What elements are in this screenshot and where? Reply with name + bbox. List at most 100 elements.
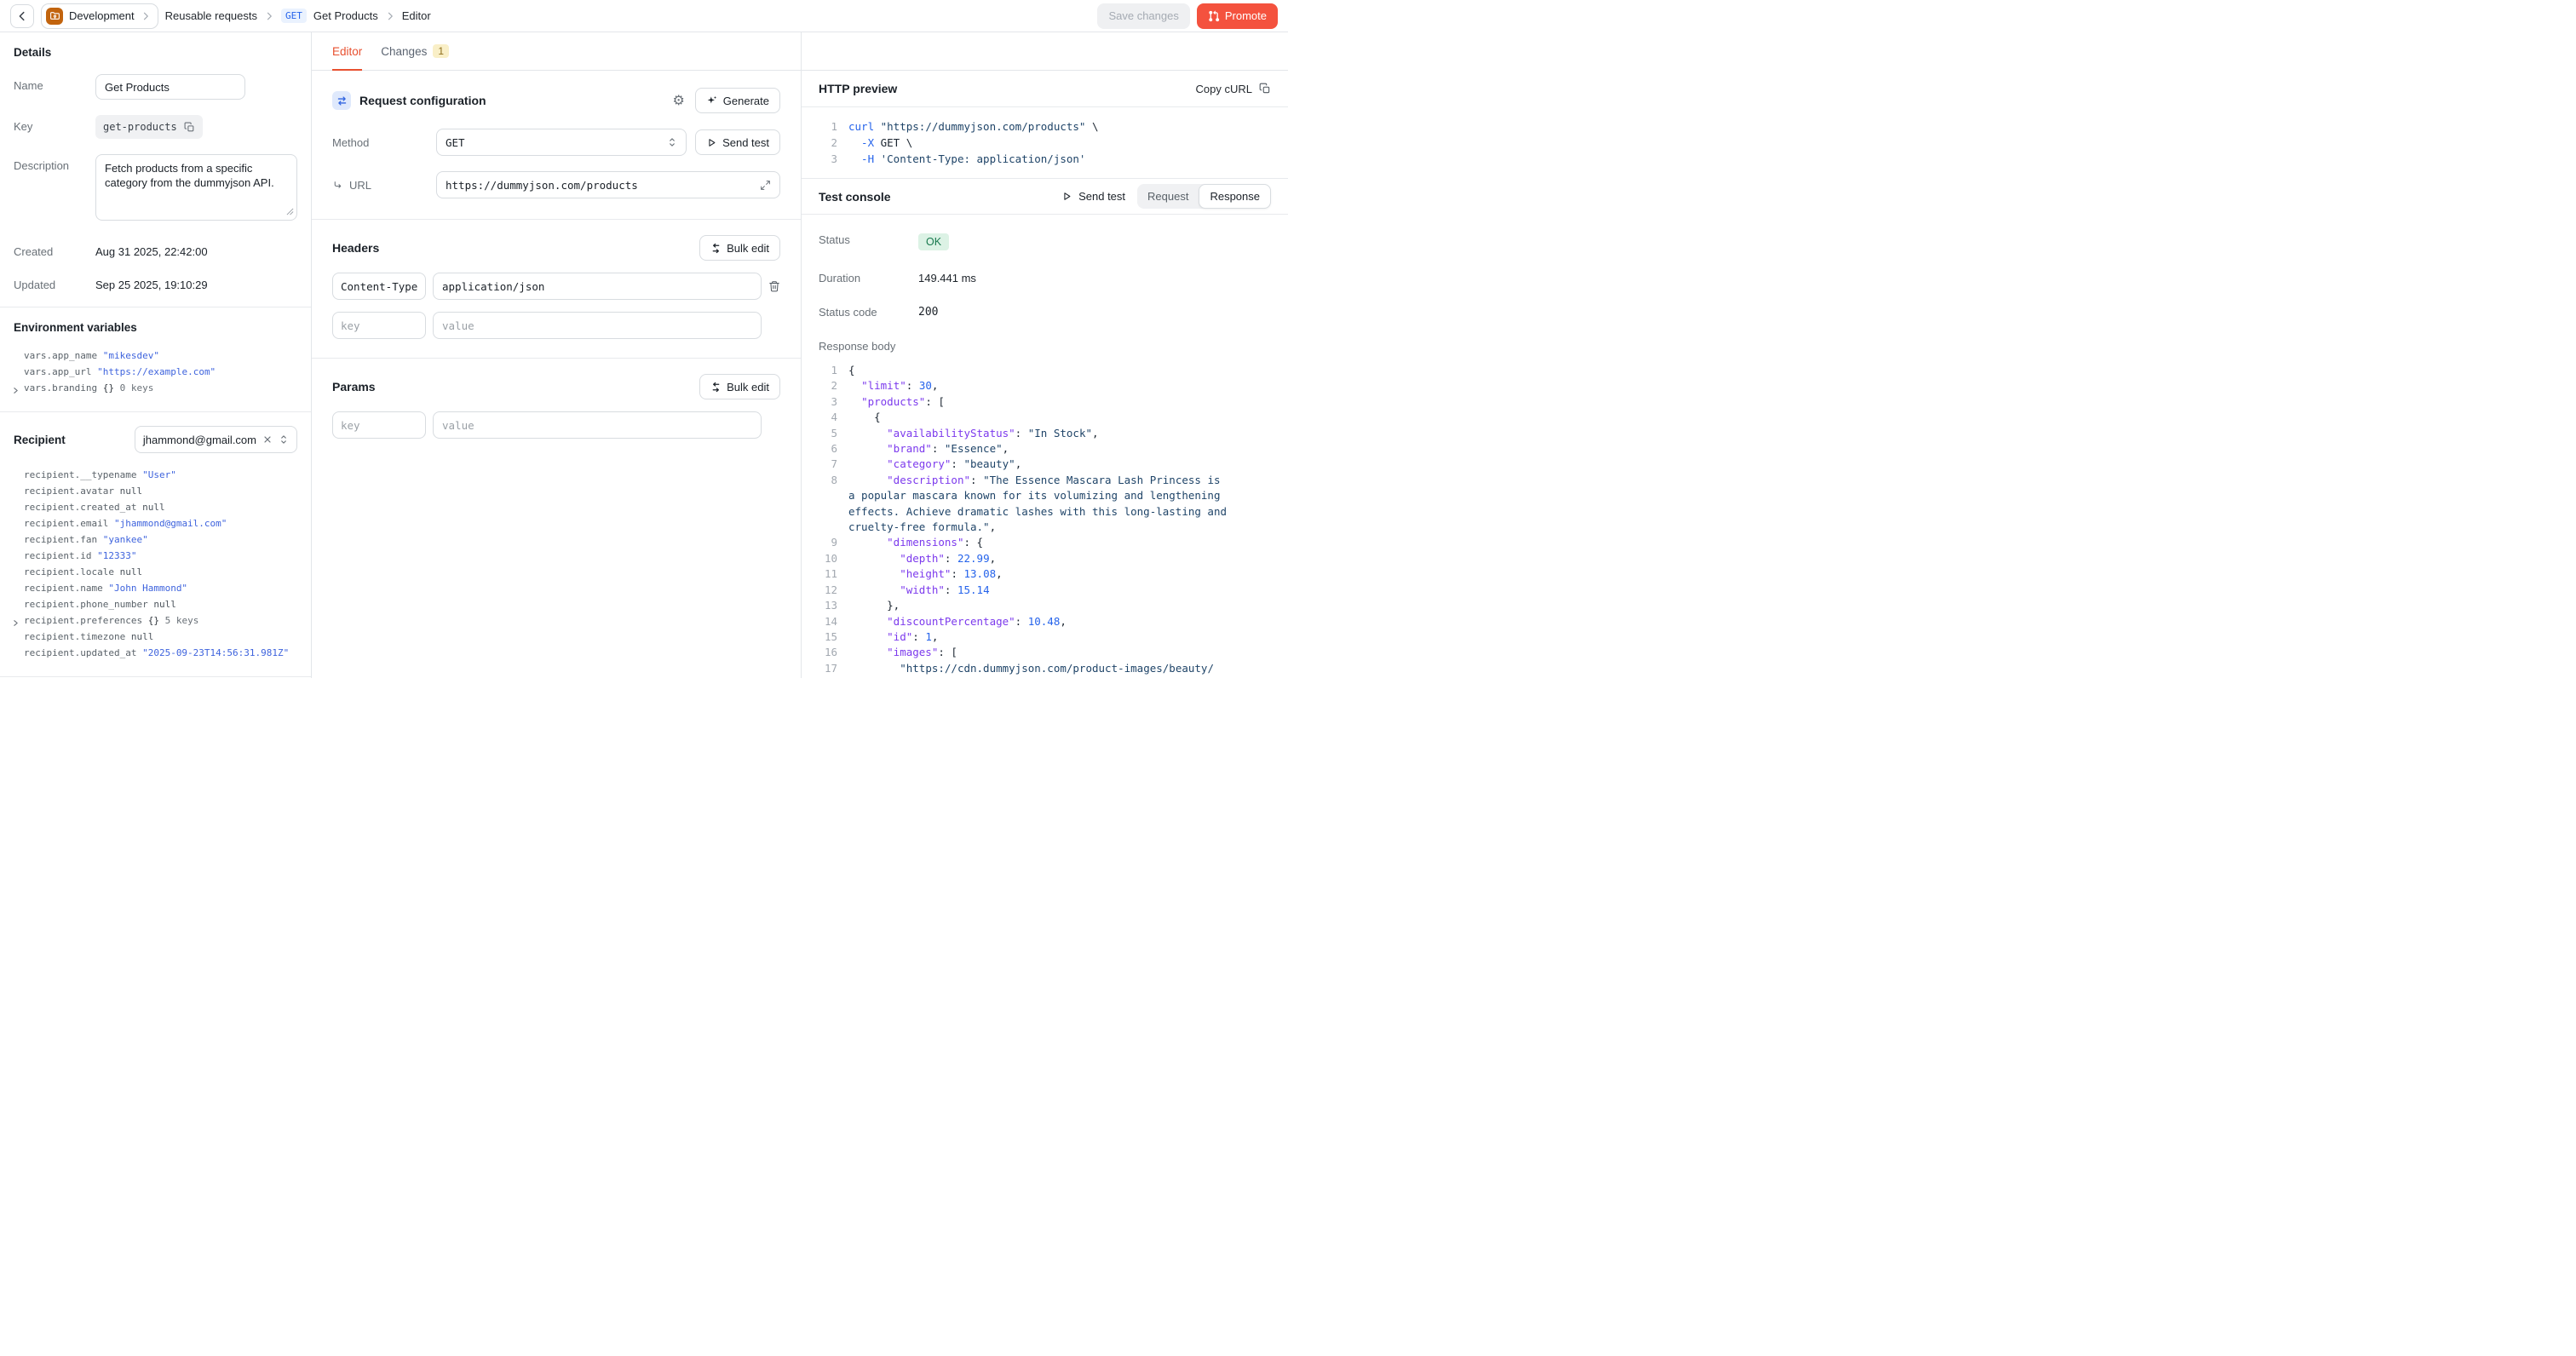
play-icon: [1061, 191, 1072, 202]
code-line: a popular mascara known for its volumizi…: [819, 488, 1271, 503]
code-line: 11 "height": 13.08,: [819, 566, 1271, 582]
code-line: 8 "description": "The Essence Mascara La…: [819, 473, 1271, 488]
recipient-section: Recipient jhammond@gmail.com recipient._…: [0, 412, 311, 676]
test-console-title: Test console: [819, 190, 891, 204]
method-select[interactable]: GET: [436, 129, 687, 156]
bulk-edit-icon: [710, 243, 722, 254]
console-send-test-button[interactable]: Send test: [1061, 190, 1125, 203]
code-line: 12 "width": 15.14: [819, 583, 1271, 598]
copy-icon[interactable]: [184, 122, 195, 133]
chevron-right-icon: [264, 11, 274, 21]
method-label: Method: [332, 136, 428, 149]
environment-breadcrumb-chip[interactable]: Development: [41, 3, 158, 29]
property-row: recipient.name "John Hammond": [14, 580, 297, 596]
code-line: 17 "https://cdn.dummyjson.com/product-im…: [819, 661, 1271, 676]
actor-section: Actor Select user: [0, 677, 311, 678]
code-line: 2 -X GET \: [819, 135, 1271, 151]
code-line: 3 "products": [: [819, 394, 1271, 410]
param-key-input[interactable]: [332, 411, 426, 439]
breadcrumb-request[interactable]: Get Products: [313, 9, 378, 22]
recipient-select[interactable]: jhammond@gmail.com: [135, 426, 297, 453]
description-label: Description: [14, 154, 95, 225]
details-title: Details: [14, 46, 297, 59]
chevron-right-icon: [385, 11, 395, 21]
key-label: Key: [14, 115, 95, 139]
top-bar: Development Reusable requests GET Get Pr…: [0, 0, 1288, 32]
expand-icon[interactable]: [760, 180, 771, 191]
property-row: recipient.locale null: [14, 564, 297, 580]
send-test-button[interactable]: Send test: [695, 129, 780, 155]
save-changes-button[interactable]: Save changes: [1097, 3, 1189, 29]
response-body-label: Response body: [819, 340, 918, 353]
recipient-title: Recipient: [14, 434, 66, 446]
request-tab[interactable]: Request: [1137, 184, 1199, 209]
tab-editor[interactable]: Editor: [332, 32, 362, 70]
changes-count-badge: 1: [433, 44, 449, 58]
generate-button[interactable]: Generate: [695, 88, 780, 113]
code-line: 3 -H 'Content-Type: application/json': [819, 151, 1271, 167]
property-row: vars.app_name "mikesdev": [14, 348, 297, 364]
param-row-empty: [332, 411, 780, 439]
property-row: recipient.__typename "User": [14, 467, 297, 483]
params-bulk-edit-button[interactable]: Bulk edit: [699, 374, 780, 399]
clear-icon[interactable]: [262, 434, 273, 445]
created-value: Aug 31 2025, 22:42:00: [95, 240, 208, 258]
swap-arrows-icon: [332, 91, 351, 110]
promote-button[interactable]: Promote: [1197, 3, 1278, 29]
header-value-input[interactable]: [433, 312, 762, 339]
environment-variables-list: vars.app_name "mikesdev"vars.app_url "ht…: [14, 348, 297, 396]
recipient-properties-list: recipient.__typename "User"recipient.ava…: [14, 467, 297, 661]
expand-chevron-icon[interactable]: [12, 383, 20, 399]
editor-tabbar: Editor Changes 1: [312, 32, 801, 71]
duration-value: 149.441 ms: [918, 272, 976, 284]
status-label: Status: [819, 233, 918, 246]
code-line: essence-mascara-lash-princess/1.webp": [819, 676, 1271, 678]
updated-value: Sep 25 2025, 19:10:29: [95, 273, 208, 291]
test-console-header: Test console Send test Request Response: [802, 178, 1288, 215]
environment-variables-section: Environment variables vars.app_name "mik…: [0, 307, 311, 411]
description-textarea[interactable]: Fetch products from a specific category …: [95, 154, 297, 221]
delete-header-icon[interactable]: [768, 280, 780, 292]
curl-preview-code: 1curl "https://dummyjson.com/products" \…: [802, 107, 1288, 178]
code-line: 1{: [819, 363, 1271, 378]
updated-label: Updated: [14, 273, 95, 291]
back-button[interactable]: [10, 4, 34, 28]
bulk-edit-icon: [710, 382, 722, 393]
breadcrumb-project: Development: [69, 9, 135, 22]
settings-gear-icon[interactable]: ⚙: [672, 94, 684, 107]
property-row: recipient.preferences {} 5 keys: [14, 612, 297, 629]
resize-grip-icon[interactable]: [286, 204, 294, 220]
property-row: vars.app_url "https://example.com": [14, 364, 297, 380]
unfold-icon: [279, 434, 289, 445]
corner-down-right-icon: [332, 180, 343, 191]
headers-bulk-edit-button[interactable]: Bulk edit: [699, 235, 780, 261]
property-row: recipient.created_at null: [14, 499, 297, 515]
url-input[interactable]: https://dummyjson.com/products: [436, 171, 780, 198]
param-value-input[interactable]: [433, 411, 762, 439]
code-line: 4 {: [819, 410, 1271, 425]
copy-icon: [1259, 83, 1271, 95]
duration-label: Duration: [819, 272, 918, 284]
property-row: recipient.timezone null: [14, 629, 297, 645]
test-console-body: Status OK Duration 149.441 ms Status cod…: [802, 215, 1288, 678]
code-line: 16 "images": [: [819, 645, 1271, 660]
request-configuration-title: Request configuration: [359, 94, 664, 107]
code-line: 6 "brand": "Essence",: [819, 441, 1271, 457]
name-input[interactable]: [95, 74, 245, 100]
copy-curl-button[interactable]: Copy cURL: [1196, 83, 1271, 95]
header-key-input[interactable]: [332, 312, 426, 339]
chevron-left-icon: [16, 10, 28, 22]
response-tab[interactable]: Response: [1199, 184, 1271, 209]
params-title: Params: [332, 380, 376, 394]
name-label: Name: [14, 74, 95, 100]
git-pull-request-icon: [1208, 10, 1220, 22]
tab-changes[interactable]: Changes 1: [381, 32, 449, 70]
params-section: Params Bulk edit: [312, 359, 801, 457]
property-row: recipient.phone_number null: [14, 596, 297, 612]
request-configuration-section: Request configuration ⚙ Generate Method …: [312, 71, 801, 219]
header-row-empty: [332, 312, 780, 339]
breadcrumb-section[interactable]: Reusable requests: [165, 9, 257, 22]
header-key-input[interactable]: [332, 273, 426, 300]
header-value-input[interactable]: [433, 273, 762, 300]
chevron-right-icon: [141, 11, 151, 21]
